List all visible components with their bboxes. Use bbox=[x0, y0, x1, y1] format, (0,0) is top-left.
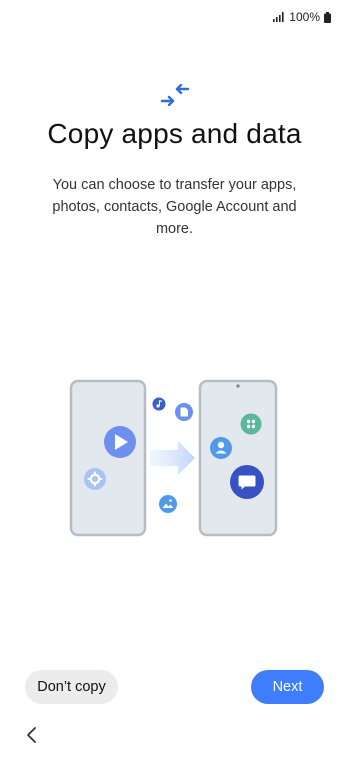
status-bar: 100% bbox=[273, 10, 331, 24]
dont-copy-button[interactable]: Don’t copy bbox=[25, 670, 118, 704]
next-button[interactable]: Next bbox=[251, 670, 324, 704]
transfer-illustration bbox=[69, 379, 278, 537]
back-button[interactable] bbox=[20, 724, 42, 746]
battery-percentage: 100% bbox=[289, 10, 320, 24]
play-icon bbox=[104, 426, 136, 458]
settings-icon bbox=[84, 468, 106, 490]
new-phone bbox=[198, 379, 278, 537]
page-title: Copy apps and data bbox=[47, 118, 302, 149]
page-description: You can choose to transfer your apps, ph… bbox=[52, 177, 297, 237]
image-icon bbox=[159, 495, 177, 513]
arrow-right-icon bbox=[150, 441, 195, 475]
message-icon bbox=[230, 465, 264, 499]
old-phone bbox=[69, 379, 147, 537]
apps-icon bbox=[240, 413, 262, 435]
signal-icon bbox=[273, 12, 285, 22]
battery-icon bbox=[324, 11, 331, 23]
music-icon bbox=[152, 397, 166, 411]
screen: 100% Copy apps and data You can choose t… bbox=[0, 0, 349, 758]
transfer-arrows-icon bbox=[160, 84, 190, 106]
chevron-left-icon bbox=[27, 727, 36, 743]
contact-icon bbox=[210, 437, 232, 459]
file-icon bbox=[175, 403, 193, 421]
